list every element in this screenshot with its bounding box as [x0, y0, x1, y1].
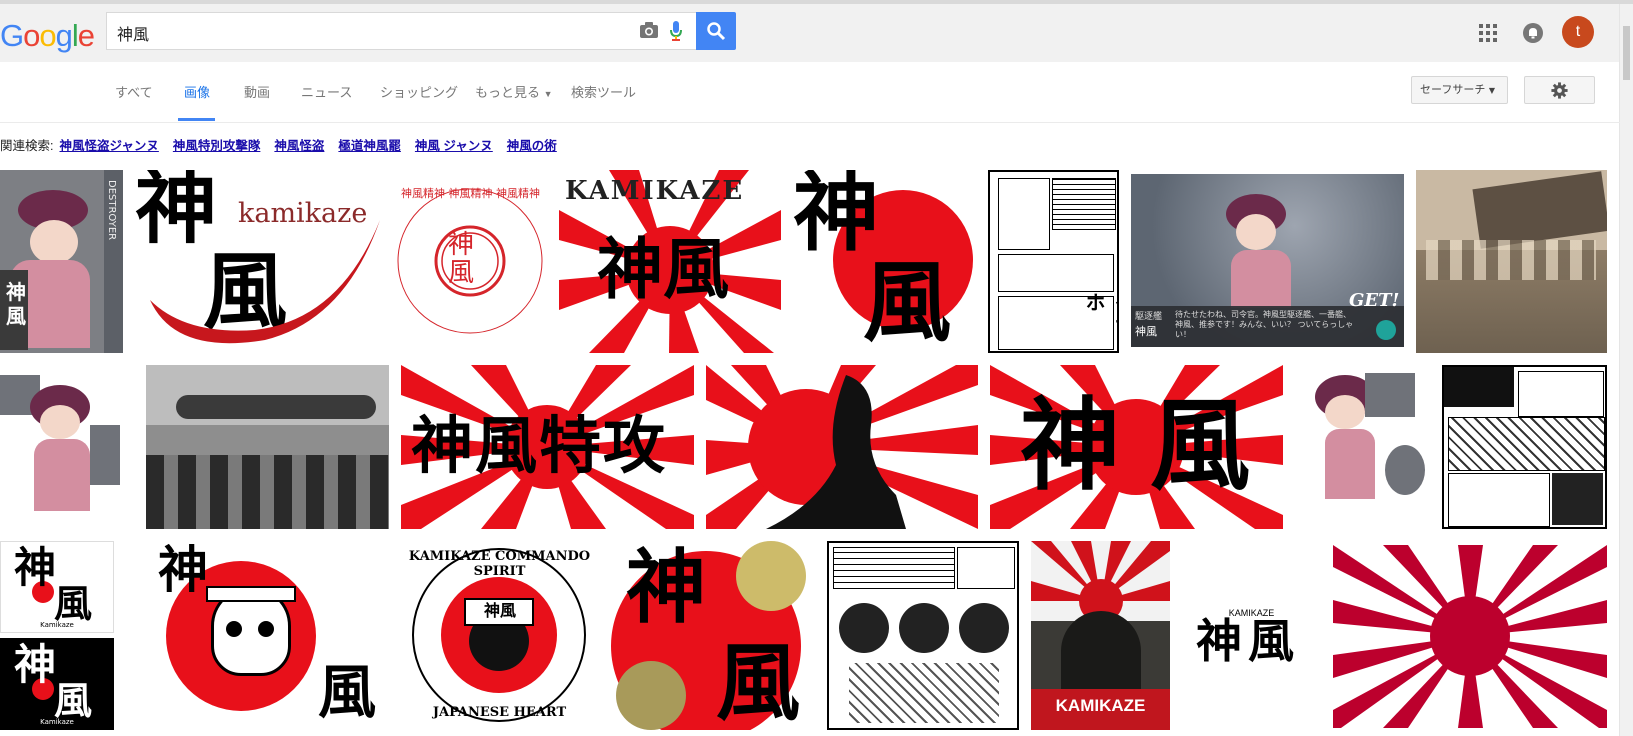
- image-result[interactable]: 神 風: [606, 541, 815, 730]
- tab-videos[interactable]: 動画: [244, 82, 270, 101]
- image-result[interactable]: [0, 365, 133, 529]
- tab-images[interactable]: 画像: [184, 82, 210, 101]
- tab-all[interactable]: すべて: [115, 82, 153, 101]
- tab-news[interactable]: ニュース: [301, 82, 352, 101]
- camera-icon[interactable]: [639, 21, 659, 39]
- image-result[interactable]: KAMIKAZE 神風: [559, 170, 781, 353]
- image-result[interactable]: [706, 365, 978, 529]
- image-result[interactable]: DESTROYER 神風: [0, 170, 123, 353]
- image-result[interactable]: [1295, 365, 1430, 529]
- microphone-icon[interactable]: [669, 20, 683, 42]
- image-result[interactable]: 神風: [990, 365, 1283, 529]
- image-result[interactable]: KAMIKAZE COMMANDO SPIRIT 神風 JAPANESE HEA…: [405, 541, 594, 730]
- gear-icon: [1551, 82, 1568, 99]
- image-result[interactable]: 神 風: [126, 541, 393, 730]
- header: Google 神風 t: [0, 4, 1620, 62]
- related-link[interactable]: 神風怪盗ジャンヌ: [59, 139, 158, 153]
- safesearch-button[interactable]: セーフサーチ ▼: [1411, 76, 1508, 104]
- image-result[interactable]: [827, 541, 1019, 730]
- image-result[interactable]: イチホ: [988, 170, 1119, 353]
- search-input[interactable]: 神風: [106, 12, 696, 50]
- related-searches: 関連検索: 神風怪盗ジャンヌ 神風特別攻撃隊 神風怪盗 極道神風罷 神風 ジャンヌ 神風の術: [0, 135, 557, 154]
- search-tabs: すべて 画像 動画 ニュース ショッピング もっと見る ▼ 検索ツール セーフサ…: [0, 62, 1620, 123]
- dropdown-arrow-icon: ▼: [1488, 86, 1495, 95]
- notifications-bell-icon[interactable]: [1522, 22, 1544, 44]
- related-label: 関連検索:: [0, 139, 54, 153]
- search-button[interactable]: [696, 12, 736, 50]
- image-result[interactable]: 神風特攻: [401, 365, 694, 529]
- scrollbar[interactable]: [1619, 4, 1633, 736]
- tab-shopping[interactable]: ショッピング: [380, 82, 458, 101]
- tab-search-tools[interactable]: 検索ツール: [571, 82, 636, 101]
- image-result[interactable]: 神 風 kamikaze: [135, 170, 383, 350]
- image-result[interactable]: [1416, 170, 1607, 353]
- image-result[interactable]: [1442, 365, 1607, 529]
- related-link[interactable]: 神風 ジャンヌ: [415, 139, 493, 153]
- related-link[interactable]: 神風の術: [507, 139, 557, 153]
- image-result[interactable]: 神 風 Kamikaze 神 風 Kamikaze: [0, 541, 114, 730]
- related-link[interactable]: 神風特別攻撃隊: [173, 139, 261, 153]
- account-avatar[interactable]: t: [1562, 16, 1594, 48]
- image-result[interactable]: 神風 神風精神 神風精神 神風精神: [394, 181, 547, 341]
- image-result[interactable]: 神 風: [793, 170, 976, 353]
- image-result[interactable]: KAMIKAZE: [1031, 541, 1170, 730]
- rising-sun-flag: [1333, 545, 1607, 728]
- settings-button[interactable]: [1524, 76, 1595, 104]
- related-link[interactable]: 極道神風罷: [338, 139, 401, 153]
- search-query: 神風: [117, 25, 150, 44]
- google-logo[interactable]: Google: [0, 18, 95, 54]
- sunburst-graphic: [706, 365, 978, 529]
- scrollbar-thumb[interactable]: [1623, 26, 1630, 80]
- search-icon: [707, 22, 726, 41]
- tab-more[interactable]: もっと見る ▼: [475, 82, 553, 101]
- dropdown-arrow-icon: ▼: [543, 89, 553, 99]
- apps-grid-icon[interactable]: [1479, 24, 1497, 42]
- image-result[interactable]: [146, 365, 389, 529]
- related-link[interactable]: 神風怪盗: [274, 139, 324, 153]
- active-tab-indicator: [178, 118, 215, 121]
- image-result[interactable]: [1333, 545, 1607, 728]
- image-result[interactable]: 駆逐艦 神風 待たせたわね、司令官。神風型駆逐艦、一番艦、神風、推参です！みんな…: [1131, 174, 1404, 347]
- image-result[interactable]: KAMIKAZE 神風: [1182, 606, 1321, 666]
